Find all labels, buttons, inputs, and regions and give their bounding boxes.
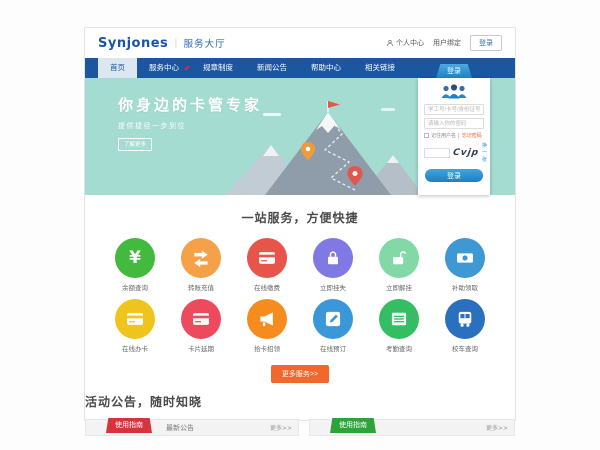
services-section: 一站服务，方便快捷 ¥ 余额查询 转账充值	[85, 195, 515, 383]
more-services-button[interactable]: 更多服务>>	[271, 365, 329, 383]
site-header: Synjones | 服务大厅 个人中心 用户绑定 登录	[85, 28, 515, 58]
service-unfreeze[interactable]: 立即解挂	[371, 238, 427, 292]
edit-icon	[323, 309, 343, 329]
yen-icon: ¥	[129, 250, 141, 267]
transfer-icon	[191, 248, 211, 268]
bank-card-icon	[125, 309, 145, 329]
username-input[interactable]	[424, 104, 484, 115]
login-tab[interactable]: 登录	[436, 64, 472, 78]
password-input[interactable]	[424, 118, 484, 129]
guide-ribbon-red[interactable]: 使用指南	[106, 418, 152, 433]
service-online-payment[interactable]: 在线缴费	[239, 238, 295, 292]
service-transfer-recharge[interactable]: 转账充值	[173, 238, 229, 292]
service-card-extension[interactable]: 卡片延期	[173, 299, 229, 353]
service-found-card[interactable]: 拾卡招领	[239, 299, 295, 353]
service-balance-inquiry[interactable]: ¥ 余额查询	[107, 238, 163, 292]
user-binding-link[interactable]: 用户绑定	[433, 38, 461, 48]
unlock-icon	[389, 248, 409, 268]
announcements-section: 活动公告，随时知晓 使用指南 最新公告 更多>> 使用指南 更多>>	[85, 393, 515, 436]
hero-text: 你身边的卡管专家 提供捷径一步到位 了解更多	[118, 94, 262, 151]
personal-center-label: 个人中心	[396, 38, 424, 48]
login-options: 记住用户名 | 忘记密码	[424, 132, 484, 139]
services-title: 一站服务，方便快捷	[85, 209, 515, 226]
remember-label: 记住用户名	[431, 132, 456, 139]
service-school-bus[interactable]: 校车查询	[437, 299, 493, 353]
captcha-refresh-link[interactable]: 换一张	[482, 142, 487, 163]
page-background: Synjones | 服务大厅 个人中心 用户绑定 登录 首页 服务中心 规章制…	[0, 0, 600, 450]
website-screenshot: Synjones | 服务大厅 个人中心 用户绑定 登录 首页 服务中心 规章制…	[85, 28, 515, 420]
lock-icon	[323, 248, 343, 268]
personal-center-link[interactable]: 个人中心	[386, 38, 424, 48]
more-link[interactable]: 更多>>	[270, 423, 292, 432]
service-online-booking[interactable]: 在线预订	[305, 299, 361, 353]
flag-icon	[328, 101, 340, 108]
guide-panel-header-2: 使用指南 更多>>	[309, 419, 515, 436]
megaphone-icon	[257, 309, 277, 329]
options-divider: |	[458, 133, 460, 139]
bank-card-icon	[191, 309, 211, 329]
service-report-loss[interactable]: 立即挂失	[305, 238, 361, 292]
hero-title: 你身边的卡管专家	[118, 94, 262, 115]
guide-ribbon-green[interactable]: 使用指南	[330, 418, 376, 433]
nav-item-help[interactable]: 帮助中心	[299, 58, 353, 78]
latest-announcements-tab[interactable]: 最新公告	[166, 423, 194, 433]
nav-item-news[interactable]: 新闻公告	[245, 58, 299, 78]
site-name: 服务大厅	[184, 36, 226, 50]
header-links: 个人中心 用户绑定 登录	[386, 35, 502, 51]
services-row-2: 在线办卡 卡片延期 拾卡招领	[85, 299, 515, 353]
captcha-row: Cvjp 换一张	[424, 142, 484, 163]
users-icon	[440, 83, 468, 99]
captcha-image[interactable]: Cvjp	[452, 148, 479, 158]
announcement-panels: 使用指南 最新公告 更多>> 使用指南 更多>>	[85, 419, 515, 436]
cloud-icon	[263, 113, 281, 116]
service-online-card-apply[interactable]: 在线办卡	[107, 299, 163, 353]
header-login-button[interactable]: 登录	[470, 35, 502, 51]
nav-item-rules[interactable]: 规章制度	[191, 58, 245, 78]
remember-checkbox[interactable]	[424, 133, 429, 138]
more-link[interactable]: 更多>>	[486, 423, 508, 432]
captcha-input[interactable]	[424, 148, 450, 158]
hero-banner: 你身边的卡管专家 提供捷径一步到位 了解更多	[85, 78, 515, 195]
guide-panel-header: 使用指南 最新公告 更多>>	[85, 419, 299, 436]
hero-cta-button[interactable]: 了解更多	[118, 138, 152, 151]
nav-item-home[interactable]: 首页	[98, 58, 137, 78]
synjones-logo[interactable]: Synjones	[98, 36, 168, 51]
logo-area: Synjones | 服务大厅	[98, 36, 226, 51]
login-form: 记住用户名 | 忘记密码 Cvjp 换一张 登录	[418, 78, 490, 195]
cloud-icon	[381, 108, 395, 111]
banknote-icon	[455, 248, 475, 268]
service-subsidy[interactable]: 补助领取	[437, 238, 493, 292]
user-binding-label: 用户绑定	[433, 38, 461, 48]
nav-item-links[interactable]: 相关链接	[353, 58, 407, 78]
announcements-title: 活动公告，随时知晓	[85, 393, 515, 410]
service-attendance[interactable]: 考勤查询	[371, 299, 427, 353]
forgot-password-link[interactable]: 忘记密码	[462, 132, 482, 139]
services-row-1: ¥ 余额查询 转账充值 在线缴费	[85, 238, 515, 292]
header-divider: |	[174, 38, 177, 49]
login-submit-button[interactable]: 登录	[425, 169, 483, 182]
person-icon	[386, 39, 394, 47]
bus-icon	[455, 309, 475, 329]
nav-item-service-center[interactable]: 服务中心	[137, 58, 191, 78]
list-icon	[389, 309, 409, 329]
bank-card-icon	[257, 248, 277, 268]
login-panel: 登录 记住用户名 | 忘记密码 Cvjp 换一张	[418, 64, 490, 195]
hero-subtitle: 提供捷径一步到位	[118, 121, 262, 131]
